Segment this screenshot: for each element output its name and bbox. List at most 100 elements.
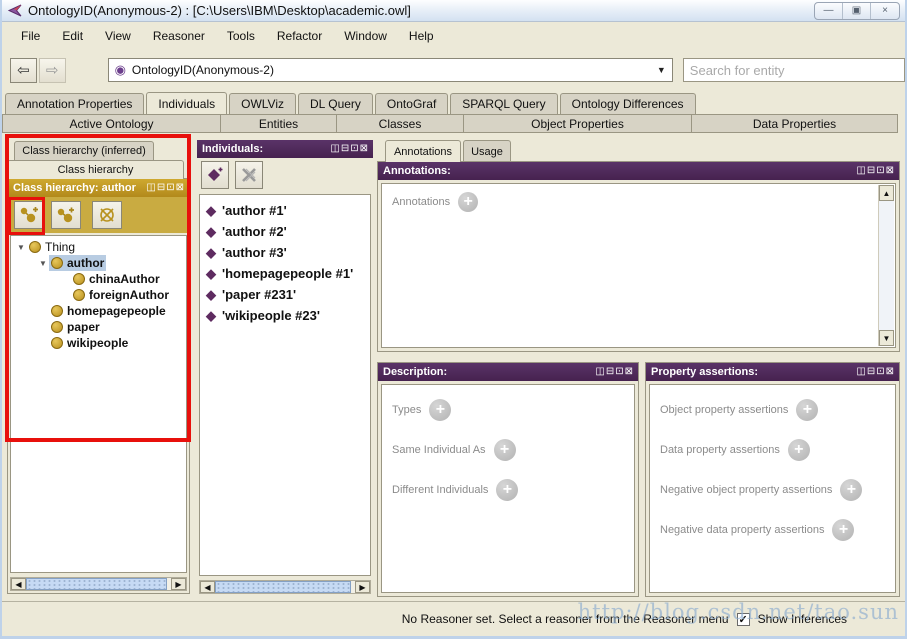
collapse-panel-icon[interactable]: ⊟ xyxy=(867,166,875,176)
forward-arrow-icon: ⇨ xyxy=(45,62,59,79)
collapse-panel-icon[interactable]: ⊟ xyxy=(606,367,614,377)
menu-file[interactable]: File xyxy=(10,26,51,46)
menu-reasoner[interactable]: Reasoner xyxy=(142,26,216,46)
menu-window[interactable]: Window xyxy=(333,26,398,46)
tab-class-hierarchy[interactable]: Class hierarchy xyxy=(7,160,184,179)
split-panel-icon[interactable]: ◫ xyxy=(330,144,339,154)
tab-active-ontology[interactable]: Active Ontology xyxy=(2,114,221,133)
expand-triangle-icon[interactable]: ▼ xyxy=(37,259,49,268)
menu-view[interactable]: View xyxy=(94,26,142,46)
vertical-scrollbar[interactable]: ▲ ▼ xyxy=(878,185,894,346)
scroll-down-icon[interactable]: ▼ xyxy=(879,330,894,346)
add-data-property-assertion-button[interactable]: + xyxy=(787,439,810,461)
tab-individuals[interactable]: Individuals xyxy=(146,92,228,114)
class-icon xyxy=(51,257,63,269)
menu-refactor[interactable]: Refactor xyxy=(266,26,333,46)
tree-item-homepagepeople[interactable]: homepagepeople xyxy=(11,303,186,319)
individual-label: 'homepagepeople #1' xyxy=(222,266,354,281)
add-different-individuals-button[interactable]: + xyxy=(496,479,519,501)
menu-tools[interactable]: Tools xyxy=(216,26,266,46)
collapse-panel-icon[interactable]: ⊟ xyxy=(867,367,875,377)
class-toolbar xyxy=(8,197,189,233)
tree-item-author[interactable]: ▼ author xyxy=(11,255,186,271)
add-same-individual-button[interactable]: + xyxy=(493,439,516,461)
show-inferences-checkbox[interactable]: ✓ xyxy=(736,612,750,626)
list-item[interactable]: ◆ 'wikipeople #23' xyxy=(200,305,370,326)
close-panel-icon[interactable]: ⊠ xyxy=(886,166,894,176)
delete-individual-button[interactable] xyxy=(235,161,263,189)
scrollbar-thumb[interactable] xyxy=(215,581,351,593)
list-item[interactable]: ◆ 'author #3' xyxy=(200,242,370,263)
scrollbar-track[interactable] xyxy=(879,201,894,330)
tree-item-paper[interactable]: paper xyxy=(11,319,186,335)
split-panel-icon[interactable]: ◫ xyxy=(146,183,155,193)
scroll-left-icon[interactable]: ◀ xyxy=(11,578,26,590)
class-hierarchy-tree: ▼ Thing ▼ author chinaAuthor foreignAuth… xyxy=(10,235,187,573)
float-panel-icon[interactable]: ⊡ xyxy=(876,166,884,176)
tab-owlviz[interactable]: OWLViz xyxy=(229,93,297,114)
list-item[interactable]: ◆ 'homepagepeople #1' xyxy=(200,263,370,284)
tab-entities[interactable]: Entities xyxy=(221,114,337,133)
split-panel-icon[interactable]: ◫ xyxy=(856,166,865,176)
menu-edit[interactable]: Edit xyxy=(51,26,94,46)
tab-ontology-differences[interactable]: Ontology Differences xyxy=(559,93,696,114)
tab-classes[interactable]: Classes xyxy=(337,114,464,133)
property-assertions-header: Property assertions: ◫ ⊟ ⊡ ⊠ xyxy=(646,363,899,381)
float-panel-icon[interactable]: ⊡ xyxy=(350,144,358,154)
scrollbar-thumb[interactable] xyxy=(26,578,167,590)
add-annotation-button[interactable]: + xyxy=(458,192,479,212)
active-ontology-selector[interactable]: ◉ OntologyID(Anonymous-2) ▼ xyxy=(107,58,673,82)
add-subclass-button[interactable] xyxy=(14,201,44,229)
tree-item-foreignauthor[interactable]: foreignAuthor xyxy=(11,287,186,303)
split-panel-icon[interactable]: ◫ xyxy=(595,367,604,377)
add-type-button[interactable]: + xyxy=(429,399,452,421)
tab-annotations[interactable]: Annotations xyxy=(385,140,461,162)
close-panel-icon[interactable]: ⊠ xyxy=(886,367,894,377)
list-item[interactable]: ◆ 'paper #231' xyxy=(200,284,370,305)
float-panel-icon[interactable]: ⊡ xyxy=(615,367,623,377)
back-button[interactable]: ⇦ xyxy=(10,57,37,83)
tab-ontograf[interactable]: OntoGraf xyxy=(374,93,449,114)
add-sibling-class-button[interactable] xyxy=(51,201,81,229)
tree-item-chinaauthor[interactable]: chinaAuthor xyxy=(11,271,186,287)
tab-usage[interactable]: Usage xyxy=(463,140,511,162)
delete-class-button[interactable] xyxy=(92,201,122,229)
horizontal-scrollbar[interactable]: ◀ ▶ xyxy=(10,577,187,591)
scroll-right-icon[interactable]: ▶ xyxy=(171,578,186,590)
maximize-button[interactable]: ▣ xyxy=(843,2,871,19)
split-panel-icon[interactable]: ◫ xyxy=(856,367,865,377)
horizontal-scrollbar[interactable]: ◀ ▶ xyxy=(199,580,371,594)
menu-help[interactable]: Help xyxy=(398,26,445,46)
collapse-panel-icon[interactable]: ⊟ xyxy=(341,144,349,154)
scroll-up-icon[interactable]: ▲ xyxy=(879,185,894,201)
close-panel-icon[interactable]: ⊠ xyxy=(176,183,184,193)
minimize-button[interactable]: — xyxy=(815,2,843,19)
tab-data-properties[interactable]: Data Properties xyxy=(692,114,898,133)
add-negative-object-property-assertion-button[interactable]: + xyxy=(840,479,863,501)
list-item[interactable]: ◆ 'author #1' xyxy=(200,200,370,221)
list-item[interactable]: ◆ 'author #2' xyxy=(200,221,370,242)
close-button[interactable]: × xyxy=(871,3,899,19)
collapse-panel-icon[interactable]: ⊟ xyxy=(157,183,165,193)
add-individual-button[interactable] xyxy=(201,161,229,189)
add-subclass-icon xyxy=(20,207,38,223)
float-panel-icon[interactable]: ⊡ xyxy=(166,183,174,193)
expand-triangle-icon[interactable]: ▼ xyxy=(15,243,27,252)
scroll-left-icon[interactable]: ◀ xyxy=(200,581,215,593)
add-negative-data-property-assertion-button[interactable]: + xyxy=(832,519,855,541)
tree-item-wikipeople[interactable]: wikipeople xyxy=(11,335,186,351)
view-tabs: Annotation Properties Individuals OWLViz… xyxy=(5,92,905,114)
close-panel-icon[interactable]: ⊠ xyxy=(360,144,368,154)
scroll-right-icon[interactable]: ▶ xyxy=(355,581,370,593)
search-input[interactable] xyxy=(682,58,905,82)
tab-object-properties[interactable]: Object Properties xyxy=(464,114,692,133)
tab-annotation-properties[interactable]: Annotation Properties xyxy=(5,93,145,114)
tab-class-hierarchy-inferred[interactable]: Class hierarchy (inferred) xyxy=(14,141,154,161)
forward-button[interactable]: ⇨ xyxy=(38,57,66,83)
close-panel-icon[interactable]: ⊠ xyxy=(625,367,633,377)
add-object-property-assertion-button[interactable]: + xyxy=(796,399,819,421)
tab-sparql-query[interactable]: SPARQL Query xyxy=(450,93,558,114)
tab-dl-query[interactable]: DL Query xyxy=(298,93,373,114)
tree-item-thing[interactable]: ▼ Thing xyxy=(11,239,186,255)
float-panel-icon[interactable]: ⊡ xyxy=(876,367,884,377)
